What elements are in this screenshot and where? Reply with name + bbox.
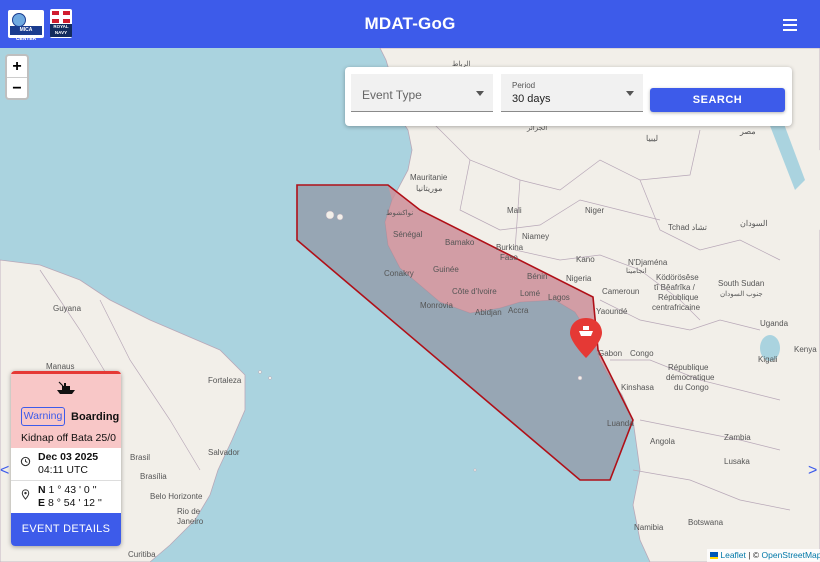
svg-text:Manaus: Manaus <box>46 362 74 371</box>
event-datetime: Dec 03 2025 04:11 UTC <box>11 448 121 481</box>
svg-text:Angola: Angola <box>650 437 675 446</box>
zoom-control: + − <box>5 54 29 100</box>
svg-text:Côte d'Ivoire: Côte d'Ivoire <box>452 287 497 296</box>
svg-text:centrafricaine: centrafricaine <box>652 303 701 312</box>
svg-text:N'Djaména: N'Djaména <box>628 258 668 267</box>
prev-event-arrow[interactable]: < <box>0 462 9 480</box>
event-date: Dec 03 2025 <box>38 451 99 463</box>
svg-text:Conakry: Conakry <box>384 269 414 278</box>
event-type-placeholder: Event Type <box>362 88 422 102</box>
event-location: N 1 ° 43 ' 0 '' E 8 ° 54 ' 12 '' <box>11 481 121 514</box>
svg-text:du Congo: du Congo <box>674 383 709 392</box>
svg-text:Niger: Niger <box>585 206 604 215</box>
svg-text:Salvador: Salvador <box>208 448 240 457</box>
svg-text:Bamako: Bamako <box>445 238 475 247</box>
ship-icon <box>57 381 75 394</box>
svg-text:Janeiro: Janeiro <box>177 517 204 526</box>
svg-text:République: République <box>668 363 709 372</box>
svg-text:السودان: السودان <box>740 219 768 228</box>
svg-text:Lagos: Lagos <box>548 293 570 302</box>
svg-text:démocratique: démocratique <box>666 373 715 382</box>
location-pin-icon <box>21 489 30 500</box>
event-card-header: Warning Boarding Kidnap off Bata 25/0 <box>11 371 121 448</box>
svg-text:République: République <box>658 293 699 302</box>
svg-text:Abidjan: Abidjan <box>475 308 502 317</box>
period-value: 30 days <box>512 93 551 105</box>
zoom-in-button[interactable]: + <box>7 56 27 78</box>
svg-text:Lomé: Lomé <box>520 289 541 298</box>
svg-text:Belo Horizonte: Belo Horizonte <box>150 492 203 501</box>
svg-text:Congo: Congo <box>630 349 654 358</box>
svg-text:Gabon: Gabon <box>598 349 622 358</box>
svg-text:Nigeria: Nigeria <box>566 274 592 283</box>
next-event-arrow[interactable]: > <box>808 462 817 480</box>
search-button[interactable]: SEARCH <box>650 88 785 112</box>
period-label: Period <box>512 81 536 90</box>
leaflet-link[interactable]: Leaflet <box>720 550 746 560</box>
event-longitude: E 8 ° 54 ' 12 '' <box>38 497 102 509</box>
map-attribution: Leaflet | © OpenStreetMap <box>707 549 820 562</box>
svg-text:Monrovia: Monrovia <box>420 301 453 310</box>
svg-text:Kigali: Kigali <box>758 355 778 364</box>
chevron-down-icon <box>626 91 634 96</box>
svg-text:Zambia: Zambia <box>724 433 751 442</box>
svg-text:Faso: Faso <box>500 253 518 262</box>
svg-text:Mauritanie: Mauritanie <box>410 173 448 182</box>
svg-text:جنوب السودان: جنوب السودان <box>720 290 763 298</box>
openstreetmap-link[interactable]: OpenStreetMap <box>762 550 820 560</box>
warning-badge: Warning <box>21 407 65 426</box>
svg-text:Tchad تشاد: Tchad تشاد <box>668 223 707 232</box>
svg-text:Lusaka: Lusaka <box>724 457 750 466</box>
svg-text:Luanda: Luanda <box>607 419 634 428</box>
ukraine-flag-icon <box>710 552 718 560</box>
svg-text:Bénin: Bénin <box>527 272 547 281</box>
event-latitude: N 1 ° 43 ' 0 '' <box>38 484 97 496</box>
svg-text:tî Bêafrîka /: tî Bêafrîka / <box>654 283 696 292</box>
event-card[interactable]: Warning Boarding Kidnap off Bata 25/0 De… <box>11 371 121 546</box>
svg-text:Burkina: Burkina <box>496 243 524 252</box>
event-type-label: Boarding <box>71 411 120 423</box>
svg-text:Kinshasa: Kinshasa <box>621 383 654 392</box>
event-summary: Kidnap off Bata 25/0 <box>21 432 116 444</box>
svg-text:مصر: مصر <box>739 127 756 136</box>
event-time: 04:11 UTC <box>38 464 88 476</box>
event-type-select[interactable]: Event Type <box>351 74 493 112</box>
svg-text:Cameroun: Cameroun <box>602 287 639 296</box>
app-title: MDAT-GoG <box>364 14 456 33</box>
svg-text:Fortaleza: Fortaleza <box>208 376 242 385</box>
top-app-bar: MICA CENTER ROYAL NAVY MDAT-GoG <box>0 0 820 48</box>
svg-text:ليبيا: ليبيا <box>646 134 658 143</box>
period-select[interactable]: Period 30 days <box>501 74 643 112</box>
svg-text:Ködörösêse: Ködörösêse <box>656 273 699 282</box>
svg-text:انجامينا: انجامينا <box>626 267 647 275</box>
chevron-down-icon <box>476 91 484 96</box>
svg-text:Kenya: Kenya <box>794 345 817 354</box>
svg-text:موريتانيا: موريتانيا <box>416 184 442 193</box>
svg-text:Yaoundé: Yaoundé <box>596 307 628 316</box>
svg-text:Uganda: Uganda <box>760 319 789 328</box>
svg-text:Botswana: Botswana <box>688 518 724 527</box>
svg-text:Mali: Mali <box>507 206 522 215</box>
svg-text:نواكشوط: نواكشوط <box>386 209 413 217</box>
filter-panel: Event Type Period 30 days SEARCH <box>345 67 792 126</box>
svg-text:Curitiba: Curitiba <box>128 550 156 559</box>
svg-text:Accra: Accra <box>508 306 529 315</box>
svg-text:Rio de: Rio de <box>177 507 201 516</box>
hamburger-menu-icon[interactable] <box>780 14 800 34</box>
svg-text:Guinée: Guinée <box>433 265 459 274</box>
event-details-button[interactable]: EVENT DETAILS <box>11 513 121 546</box>
zoom-out-button[interactable]: − <box>7 78 27 99</box>
svg-text:South Sudan: South Sudan <box>718 279 764 288</box>
svg-text:Brasil: Brasil <box>130 453 150 462</box>
svg-text:Niamey: Niamey <box>522 232 549 241</box>
svg-text:Sénégal: Sénégal <box>393 230 423 239</box>
clock-icon <box>20 456 31 467</box>
svg-text:Kano: Kano <box>576 255 595 264</box>
svg-text:Guyana: Guyana <box>53 304 82 313</box>
svg-text:Namibia: Namibia <box>634 523 664 532</box>
svg-text:Brasília: Brasília <box>140 472 167 481</box>
